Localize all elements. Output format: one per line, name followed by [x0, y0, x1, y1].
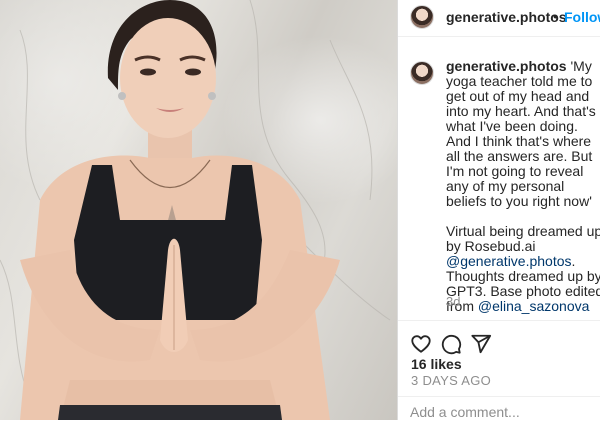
paper-plane-icon[interactable]: [470, 333, 492, 355]
caption-relative-time[interactable]: 3d: [446, 294, 460, 309]
caption-line: 'My: [570, 58, 592, 74]
mention-link[interactable]: @elina_sazonova: [478, 298, 590, 314]
author-username[interactable]: generative.photos: [446, 9, 567, 25]
mention-link[interactable]: @generative.photos: [446, 253, 572, 269]
caption-line: beliefs to you right now': [446, 193, 592, 209]
like-count[interactable]: 16 likes: [411, 356, 462, 372]
follow-button[interactable]: Follow: [564, 9, 600, 25]
caption-avatar[interactable]: [410, 61, 434, 85]
header-separator: •: [553, 8, 558, 24]
post-photo-illustration: [0, 0, 391, 420]
post-photo[interactable]: [0, 0, 397, 420]
caption-line: any of my personal: [446, 178, 565, 194]
caption-line: all the answers are. But: [446, 148, 593, 164]
comment-icon[interactable]: [440, 333, 462, 355]
comment-input[interactable]: [410, 404, 595, 420]
caption-text: generative.photos 'My yoga teacher told …: [446, 59, 600, 314]
heart-icon[interactable]: [410, 333, 432, 355]
caption-line: yoga teacher told me to: [446, 73, 593, 89]
caption-line: get out of my head and: [446, 88, 590, 104]
caption-line: I'm not going to reveal: [446, 163, 584, 179]
caption-line: Virtual being dreamed up: [446, 223, 600, 239]
comment-bar: [398, 396, 600, 421]
caption-username[interactable]: generative.photos: [446, 58, 567, 74]
action-bar: [398, 320, 600, 361]
caption-line: And I think that's where: [446, 133, 592, 149]
caption-block: generative.photos 'My yoga teacher told …: [398, 37, 600, 317]
caption-punctuation: .: [571, 253, 576, 269]
author-avatar[interactable]: [410, 5, 434, 29]
caption-line: into my heart. And that's: [446, 103, 596, 119]
caption-line: what I've been doing.: [446, 118, 578, 134]
caption-line: Thoughts dreamed up by: [446, 268, 600, 284]
post-timestamp[interactable]: 3 DAYS AGO: [411, 373, 491, 388]
caption-line: GPT3. Base photo edited: [446, 283, 600, 299]
caption-line: by Rosebud.ai: [446, 238, 536, 254]
